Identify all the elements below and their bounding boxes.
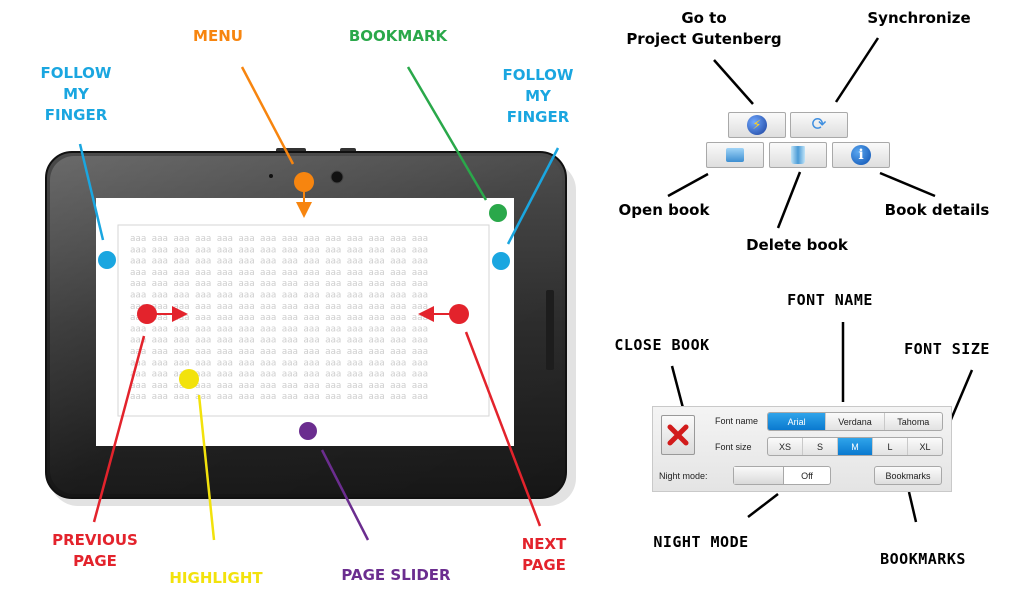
open-folder-icon bbox=[726, 148, 744, 162]
book-details-callout-line bbox=[879, 171, 936, 198]
delete-book-button[interactable] bbox=[769, 142, 827, 168]
page-text-line: aaa aaa aaa aaa aaa aaa aaa aaa aaa aaa … bbox=[130, 257, 428, 267]
bookmark-dot bbox=[489, 204, 507, 222]
next-page-label: NEXT PAGE bbox=[521, 535, 567, 574]
menu-dot bbox=[294, 172, 314, 192]
page-text: aaa aaa aaa aaa aaa aaa aaa aaa aaa aaa … bbox=[130, 234, 428, 402]
synchronize-label: Synchronize bbox=[867, 9, 971, 27]
close-book-caption: CLOSE BOOK bbox=[614, 336, 710, 354]
page-text-line: aaa aaa aaa aaa aaa aaa aaa aaa aaa aaa … bbox=[130, 279, 428, 289]
page-text-line: aaa aaa aaa aaa aaa aaa aaa aaa aaa aaa … bbox=[130, 358, 428, 368]
reader-settings-panel: Font name Arial Verdana Tahoma Font size X… bbox=[652, 406, 952, 492]
book-details-button[interactable]: i bbox=[832, 142, 890, 168]
next-page-dot bbox=[449, 304, 469, 324]
page-text-line: aaa aaa aaa aaa aaa aaa aaa aaa aaa aaa … bbox=[130, 245, 428, 255]
page-slider-dot bbox=[299, 422, 317, 440]
size-option-l[interactable]: L bbox=[872, 438, 907, 455]
bookmark-label: BOOKMARK bbox=[348, 27, 448, 45]
size-option-s[interactable]: S bbox=[802, 438, 837, 455]
night-mode-callout-line bbox=[747, 493, 779, 518]
page-text-line: aaa aaa aaa aaa aaa aaa aaa aaa aaa aaa … bbox=[130, 234, 428, 244]
tablet-side-button bbox=[546, 290, 554, 370]
recycle-bin-icon bbox=[791, 146, 805, 164]
follow-left-dot bbox=[98, 251, 116, 269]
font-size-caption: FONT SIZE bbox=[904, 340, 990, 358]
previous-page-dot bbox=[137, 304, 157, 324]
font-option-arial[interactable]: Arial bbox=[768, 413, 826, 430]
follow-right-label: FOLLOW MY FINGER bbox=[502, 66, 574, 126]
size-option-xs[interactable]: XS bbox=[768, 438, 802, 455]
page-text-line: aaa aaa aaa aaa aaa aaa aaa aaa aaa aaa … bbox=[130, 392, 428, 402]
page-text-line: aaa aaa aaa aaa aaa aaa aaa aaa aaa aaa … bbox=[130, 324, 428, 334]
night-mode-caption: NIGHT MODE bbox=[653, 533, 749, 551]
close-icon bbox=[667, 424, 689, 446]
close-book-callout-line bbox=[670, 365, 685, 409]
font-size-label: Font size bbox=[715, 442, 752, 452]
font-name-selector[interactable]: Arial Verdana Tahoma bbox=[767, 412, 943, 431]
night-mode-knob[interactable] bbox=[734, 467, 784, 484]
size-option-xl[interactable]: XL bbox=[907, 438, 942, 455]
front-camera bbox=[330, 170, 344, 184]
gutenberg-callout-line bbox=[713, 59, 754, 105]
bookmarks-button[interactable]: Bookmarks bbox=[874, 466, 942, 485]
gutenberg-label: Go to Project Gutenberg bbox=[626, 9, 782, 48]
bookmarks-callout-line bbox=[907, 491, 918, 523]
gutenberg-icon: ⚡ bbox=[747, 115, 767, 135]
page-text-line: aaa aaa aaa aaa aaa aaa aaa aaa aaa aaa … bbox=[130, 381, 428, 391]
font-name-label: Font name bbox=[715, 416, 759, 426]
synchronize-button[interactable]: ⟳ bbox=[790, 112, 848, 138]
night-mode-label: Night mode: bbox=[659, 471, 708, 481]
night-mode-value: Off bbox=[801, 470, 813, 481]
page-text-line: aaa aaa aaa aaa aaa aaa aaa aaa aaa aaa … bbox=[130, 291, 428, 301]
menu-callout-line bbox=[240, 66, 295, 165]
follow-left-label: FOLLOW MY FINGER bbox=[40, 64, 112, 124]
font-size-selector[interactable]: XS S M L XL bbox=[767, 437, 943, 456]
page-text-line: aaa aaa aaa aaa aaa aaa aaa aaa aaa aaa … bbox=[130, 302, 428, 312]
bookmarks-caption: BOOKMARKS bbox=[880, 550, 966, 568]
highlight-dot bbox=[179, 369, 199, 389]
delete-book-callout-line bbox=[776, 171, 802, 229]
page-slider-label: PAGE SLIDER bbox=[341, 566, 451, 584]
night-mode-toggle[interactable]: Off bbox=[733, 466, 831, 485]
synchronize-callout-line bbox=[834, 37, 880, 103]
font-option-tahoma[interactable]: Tahoma bbox=[883, 413, 942, 430]
close-book-button[interactable] bbox=[661, 415, 695, 455]
font-name-caption: FONT NAME bbox=[787, 291, 873, 309]
open-book-button[interactable] bbox=[706, 142, 764, 168]
light-sensor bbox=[269, 174, 273, 178]
page-text-line: aaa aaa aaa aaa aaa aaa aaa aaa aaa aaa … bbox=[130, 336, 428, 346]
book-details-label: Book details bbox=[884, 201, 990, 219]
follow-right-dot bbox=[492, 252, 510, 270]
font-option-verdana[interactable]: Verdana bbox=[825, 413, 883, 430]
page-text-line: aaa aaa aaa aaa aaa aaa aaa aaa aaa aaa … bbox=[130, 347, 428, 357]
menu-label: MENU bbox=[193, 27, 243, 45]
synchronize-icon: ⟳ bbox=[811, 114, 827, 135]
info-icon: i bbox=[851, 145, 871, 165]
gutenberg-button[interactable]: ⚡ bbox=[728, 112, 786, 138]
size-option-m[interactable]: M bbox=[837, 438, 872, 455]
page-text-line: aaa aaa aaa aaa aaa aaa aaa aaa aaa aaa … bbox=[130, 370, 428, 380]
delete-book-label: Delete book bbox=[746, 236, 848, 254]
open-book-callout-line bbox=[667, 172, 709, 198]
page-text-line: aaa aaa aaa aaa aaa aaa aaa aaa aaa aaa … bbox=[130, 268, 428, 278]
highlight-label: HIGHLIGHT bbox=[169, 569, 263, 587]
open-book-label: Open book bbox=[618, 201, 710, 219]
previous-page-label: PREVIOUS PAGE bbox=[52, 531, 138, 570]
